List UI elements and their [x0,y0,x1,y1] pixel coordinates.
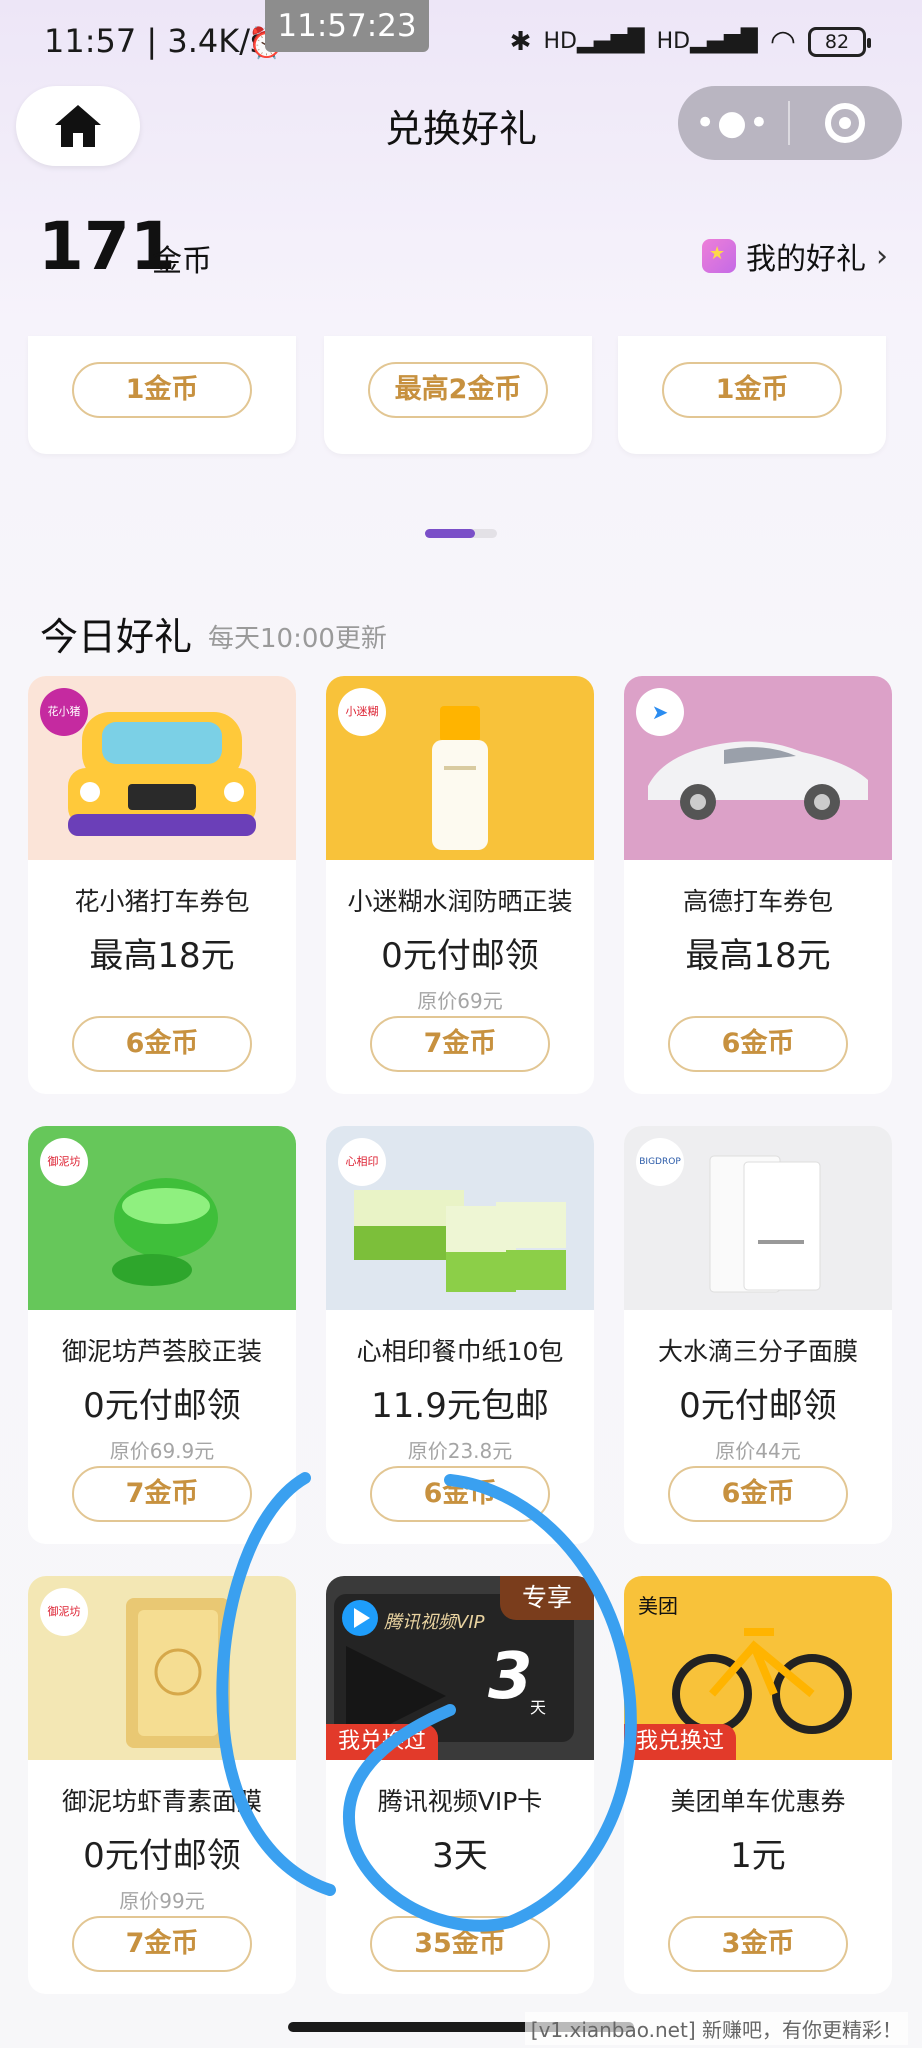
product-name: 小迷糊水润防晒正装 [347,887,573,916]
my-gifts-label: 我的好礼 [746,242,866,277]
product-original-price [624,1885,892,1911]
mini-program-capsule: •●• [678,86,902,160]
exchanged-badge: 我兑换过 [326,1724,439,1760]
bluetooth-icon: ✱ [509,26,532,57]
redeem-button[interactable]: 6金币 [668,1466,848,1522]
brand-label: 腾讯视频VIP [384,1612,485,1633]
brand-logo: 小迷糊 [338,688,386,736]
exchanged-badge: 我兑换过 [624,1724,737,1760]
product-name: 高德打车券包 [682,887,833,916]
product-original-price: 原价69元 [417,989,503,1013]
product-original-price [624,985,892,1011]
product-price: 0元付邮领 [679,1386,837,1426]
coin-unit: 金币 [152,244,212,279]
redeem-button[interactable]: 35金币 [370,1916,550,1972]
close-button[interactable] [790,103,900,143]
product-image: 御泥坊 [28,1576,296,1760]
carousel-card[interactable]: 最高2金币 [324,336,592,454]
product-original-price: 原价69.9元 [109,1439,215,1463]
watermark: [v1.xianbao.net] 新赚吧，有你更精彩！ [524,2012,908,2045]
close-icon [825,103,865,143]
product-card[interactable]: 小迷糊 小迷糊水润防晒正装 0元付邮领 原价69元 7金币 [326,676,594,1094]
redeem-button[interactable]: 1金币 [72,362,252,418]
status-bar: 11:57 | 3.4K/s ⏰ 11:57:23 ✱ HD▂▄▆█ HD▂▄▆… [0,0,922,80]
product-card[interactable]: ➤ 高德打车券包 最高18元 6金币 [624,676,892,1094]
wifi-icon: ◠ [769,24,796,59]
product-original-price [326,1885,594,1911]
more-icon[interactable]: •●• [678,103,788,143]
product-name: 心相印餐巾纸10包 [356,1337,564,1366]
product-name: 腾讯视频VIP卡 [377,1787,543,1816]
product-card[interactable]: 花小猪 花小猪打车券包 最高18元 6金币 [28,676,296,1094]
redeem-button[interactable]: 3金币 [668,1916,848,1972]
product-price: 0元付邮领 [381,936,539,976]
product-card[interactable]: BIGDROP 大水滴三分子面膜 0元付邮领 原价44元 6金币 [624,1126,892,1544]
product-name: 花小猪打车券包 [74,887,250,916]
carousel-card[interactable]: 1金币 [28,336,296,454]
product-original-price [28,985,296,1011]
section-subtitle: 每天10:00更新 [208,624,387,654]
carousel-indicator-active [425,529,475,538]
redeem-button[interactable]: 最高2金币 [368,362,548,418]
product-card[interactable]: 腾讯视频VIP 3 天 专享 我兑换过 腾讯视频VIP卡 3天 35金币 [326,1576,594,1994]
carousel-indicator [425,529,497,538]
product-image: 腾讯视频VIP 3 天 专享 我兑换过 [326,1576,594,1760]
product-card[interactable]: 御泥坊 御泥坊芦荟胶正装 0元付邮领 原价69.9元 7金币 [28,1126,296,1544]
product-price: 0元付邮领 [83,1386,241,1426]
vip-days-unit: 天 [530,1698,547,1717]
product-original-price: 原价23.8元 [407,1439,513,1463]
product-name: 大水滴三分子面膜 [657,1337,858,1366]
clock-overlay: 11:57:23 [265,0,429,52]
product-original-price: 原价99元 [119,1889,205,1913]
navigation-arrow-icon: ➤ [636,688,684,736]
product-card[interactable]: 美团 我兑换过 美团单车优惠券 1元 3金币 [624,1576,892,1994]
carousel-card[interactable]: 1金币 [618,336,886,454]
chevron-right-icon: › [876,238,888,274]
product-price: 1元 [730,1836,786,1876]
status-time: 11:57 | 3.4K/s [44,22,267,60]
product-price: 11.9元包邮 [371,1386,549,1426]
brand-logo: 心相印 [338,1138,386,1186]
redeem-button[interactable]: 7金币 [72,1916,252,1972]
signal-icon: HD▂▄▆█ [543,29,645,54]
product-original-price: 原价44元 [715,1439,801,1463]
product-price: 最高18元 [685,936,831,976]
product-image: ➤ [624,676,892,860]
product-image: BIGDROP [624,1126,892,1310]
section-title: 今日好礼 [40,615,193,659]
product-name: 美团单车优惠券 [670,1787,846,1816]
brand-logo: 美团 [638,1594,678,1618]
brand-logo: 御泥坊 [40,1138,88,1186]
status-icons: ✱ HD▂▄▆█ HD▂▄▆█ ◠ 82 [509,24,871,59]
my-gifts-link[interactable]: 我的好礼 › [702,234,888,278]
exclusive-tag: 专享 [500,1576,594,1620]
redeem-button[interactable]: 6金币 [668,1016,848,1072]
product-name: 御泥坊芦荟胶正装 [61,1337,262,1366]
product-card[interactable]: 御泥坊 御泥坊虾青素面膜 0元付邮领 原价99元 7金币 [28,1576,296,1994]
redeem-button[interactable]: 6金币 [72,1016,252,1072]
product-card[interactable]: 心相印 心相印餐巾纸10包 11.9元包邮 原价23.8元 6金币 [326,1126,594,1544]
product-image: 美团 我兑换过 [624,1576,892,1760]
redeem-button[interactable]: 7金币 [370,1016,550,1072]
brand-logo: BIGDROP [636,1138,684,1186]
redeem-button[interactable]: 6金币 [370,1466,550,1522]
product-price: 0元付邮领 [83,1836,241,1876]
battery-icon: 82 [808,26,871,57]
redeem-button[interactable]: 1金币 [662,362,842,418]
brand-logo: 花小猪 [40,688,88,736]
signal-icon: HD▂▄▆█ [656,29,758,54]
product-price: 最高18元 [89,936,235,976]
product-image: 花小猪 [28,676,296,860]
product-image: 小迷糊 [326,676,594,860]
product-name: 御泥坊虾青素面膜 [61,1787,262,1816]
product-image: 御泥坊 [28,1126,296,1310]
vip-days-number: 3 [488,1640,533,1714]
gift-icon [702,239,736,273]
redeem-button[interactable]: 7金币 [72,1466,252,1522]
product-image: 心相印 [326,1126,594,1310]
brand-logo: 御泥坊 [40,1588,88,1636]
product-price: 3天 [432,1836,488,1876]
